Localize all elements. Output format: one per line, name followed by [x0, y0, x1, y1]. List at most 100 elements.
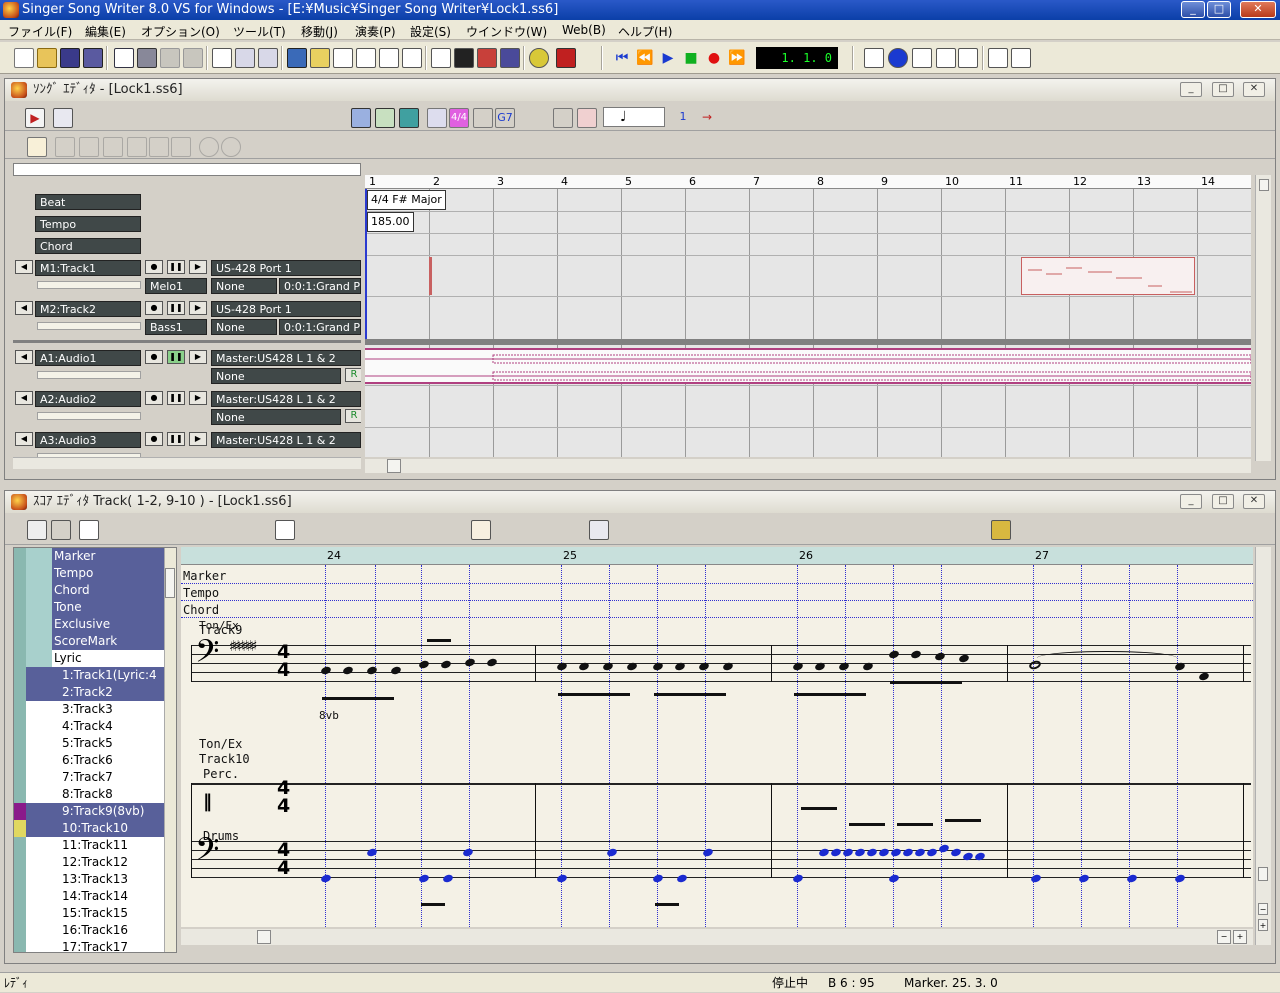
play-icon[interactable]: ▶	[658, 48, 678, 68]
track1-play-button[interactable]: ▶	[189, 260, 207, 274]
track-list-item[interactable]: 3:Track3	[14, 701, 174, 718]
score-editor-maximize[interactable]: □	[1212, 494, 1234, 509]
track2-port[interactable]: US-428 Port 1	[211, 301, 361, 317]
edit-tool-7-icon[interactable]	[199, 137, 219, 157]
view-track-icon[interactable]	[351, 108, 371, 128]
track-list-item[interactable]: 15:Track15	[14, 905, 174, 922]
song-editor-icon[interactable]	[287, 48, 307, 68]
score-paste-icon[interactable]	[917, 520, 937, 540]
track1-collapse-button[interactable]: ◀	[15, 260, 33, 274]
maximize-button[interactable]: □	[1207, 1, 1231, 18]
track2-patch[interactable]: 0:0:1:Grand Pian	[279, 319, 361, 335]
beam-icon[interactable]	[275, 520, 295, 540]
beam-3-icon[interactable]	[321, 520, 341, 540]
print-preview-icon[interactable]	[114, 48, 134, 68]
beat-event[interactable]: 4/4 F# Major	[367, 190, 446, 210]
score-redo-icon[interactable]	[831, 520, 851, 540]
copy-icon[interactable]	[241, 108, 261, 128]
audio-track3-name[interactable]: A3:Audio3	[35, 432, 141, 448]
redo-icon[interactable]	[175, 108, 195, 128]
track1-solo-button[interactable]: ❚❚	[167, 260, 185, 274]
quarter-note-icon[interactable]	[79, 520, 99, 540]
midi-icon[interactable]	[864, 48, 884, 68]
move-note-icon[interactable]	[689, 520, 709, 540]
beam-2-icon[interactable]	[299, 520, 319, 540]
memo-icon[interactable]	[27, 137, 47, 157]
track2-collapse-button[interactable]: ◀	[15, 301, 33, 315]
piano-icon[interactable]	[454, 48, 474, 68]
event-list-icon[interactable]	[356, 48, 376, 68]
track-list-scroll-thumb[interactable]	[165, 568, 175, 598]
split-icon[interactable]	[101, 108, 121, 128]
audio1-play-button[interactable]: ▶	[189, 350, 207, 364]
audio3-collapse-button[interactable]: ◀	[15, 432, 33, 446]
print-icon[interactable]	[137, 48, 157, 68]
score-copy-icon[interactable]	[895, 520, 915, 540]
open-folder-icon[interactable]	[37, 48, 57, 68]
fermata-icon[interactable]	[547, 520, 567, 540]
track-list-item[interactable]: 6:Track6	[14, 752, 174, 769]
globe-icon[interactable]	[888, 48, 908, 68]
add-cursor-icon[interactable]	[77, 108, 97, 128]
edit-tool-8-icon[interactable]	[221, 137, 241, 157]
track1-volume-slider[interactable]	[37, 281, 141, 289]
search-icon[interactable]	[431, 48, 451, 68]
hzoom-out-button[interactable]: −	[1217, 930, 1231, 944]
accent-icon[interactable]	[347, 520, 367, 540]
undo-icon[interactable]	[131, 108, 151, 128]
track-panel-hscroll[interactable]	[13, 457, 361, 469]
staff-icon[interactable]	[402, 48, 422, 68]
song-hscroll[interactable]	[365, 459, 1251, 473]
jump-icon[interactable]: →	[697, 108, 717, 128]
audio2-play-button[interactable]: ▶	[189, 391, 207, 405]
eighth-note-icon[interactable]	[103, 520, 123, 540]
track-delete-icon[interactable]	[577, 108, 597, 128]
track1-effect[interactable]: None	[211, 278, 277, 294]
record-device-icon[interactable]	[556, 48, 576, 68]
view-wave-icon[interactable]	[399, 108, 419, 128]
track-list-item[interactable]: 16:Track16	[14, 922, 174, 939]
fast-forward-icon[interactable]: ⏩	[727, 48, 747, 68]
menu-window[interactable]: ウインドウ(W)	[466, 23, 547, 40]
song-editor-close[interactable]: ✕	[1243, 82, 1265, 97]
track2-volume-slider[interactable]	[37, 322, 141, 330]
score-vscroll[interactable]: − +	[1255, 547, 1271, 945]
score-paper[interactable]: Marker Tempo Chord Ton/Ex Track9 𝄢 ♯♯♯♯♯…	[181, 565, 1253, 927]
track-list-item[interactable]: 7:Track7	[14, 769, 174, 786]
track2-mute-button[interactable]: ●	[145, 301, 163, 315]
edit-tool-5-icon[interactable]	[149, 137, 169, 157]
track-list-item[interactable]: 11:Track11	[14, 837, 174, 854]
quantize-select[interactable]: ♩	[603, 107, 665, 127]
chord-icon[interactable]: G7	[495, 108, 515, 128]
edit-tool-6-icon[interactable]	[171, 137, 191, 157]
score-hscroll-thumb[interactable]	[257, 930, 271, 944]
track1-voice[interactable]: Melo1	[145, 278, 207, 294]
save-as-icon[interactable]	[83, 48, 103, 68]
paste-insert-icon[interactable]	[285, 108, 305, 128]
track-list-item[interactable]: 9:Track9(8vb)	[14, 803, 174, 820]
view-score-icon[interactable]	[375, 108, 395, 128]
menu-help[interactable]: ヘルプ(H)	[618, 23, 672, 40]
score-hscroll[interactable]: − +	[181, 929, 1253, 945]
edit-tool-3-icon[interactable]	[103, 137, 123, 157]
track-list-item[interactable]: 17:Track17	[14, 939, 174, 952]
tie-icon[interactable]	[199, 520, 219, 540]
track-list-item[interactable]: 10:Track10	[14, 820, 174, 837]
song-vscroll-thumb[interactable]	[1259, 179, 1269, 191]
audio3-output[interactable]: Master:US428 L 1 & 2	[211, 432, 361, 448]
menu-options[interactable]: オプション(O)	[141, 23, 220, 40]
rewind-start-icon[interactable]: ⏮	[612, 48, 632, 68]
audio3-mute-button[interactable]: ●	[145, 432, 163, 446]
menu-file[interactable]: ファイル(F)	[8, 23, 72, 40]
audio-track1-name[interactable]: A1:Audio1	[35, 350, 141, 366]
audio3-solo-button[interactable]: ❚❚	[167, 432, 185, 446]
zoom-in-button[interactable]: +	[1258, 919, 1268, 931]
thirtysecond-note-icon[interactable]	[149, 520, 169, 540]
new-file-icon[interactable]	[14, 48, 34, 68]
zoom-out-button[interactable]: −	[1258, 903, 1268, 915]
score-editor-icon[interactable]	[310, 48, 330, 68]
audio1-record-button[interactable]: R	[345, 368, 361, 382]
menu-tools[interactable]: ツール(T)	[233, 23, 286, 40]
triplet-icon[interactable]	[171, 520, 191, 540]
sixteenth-note-icon[interactable]	[125, 520, 145, 540]
